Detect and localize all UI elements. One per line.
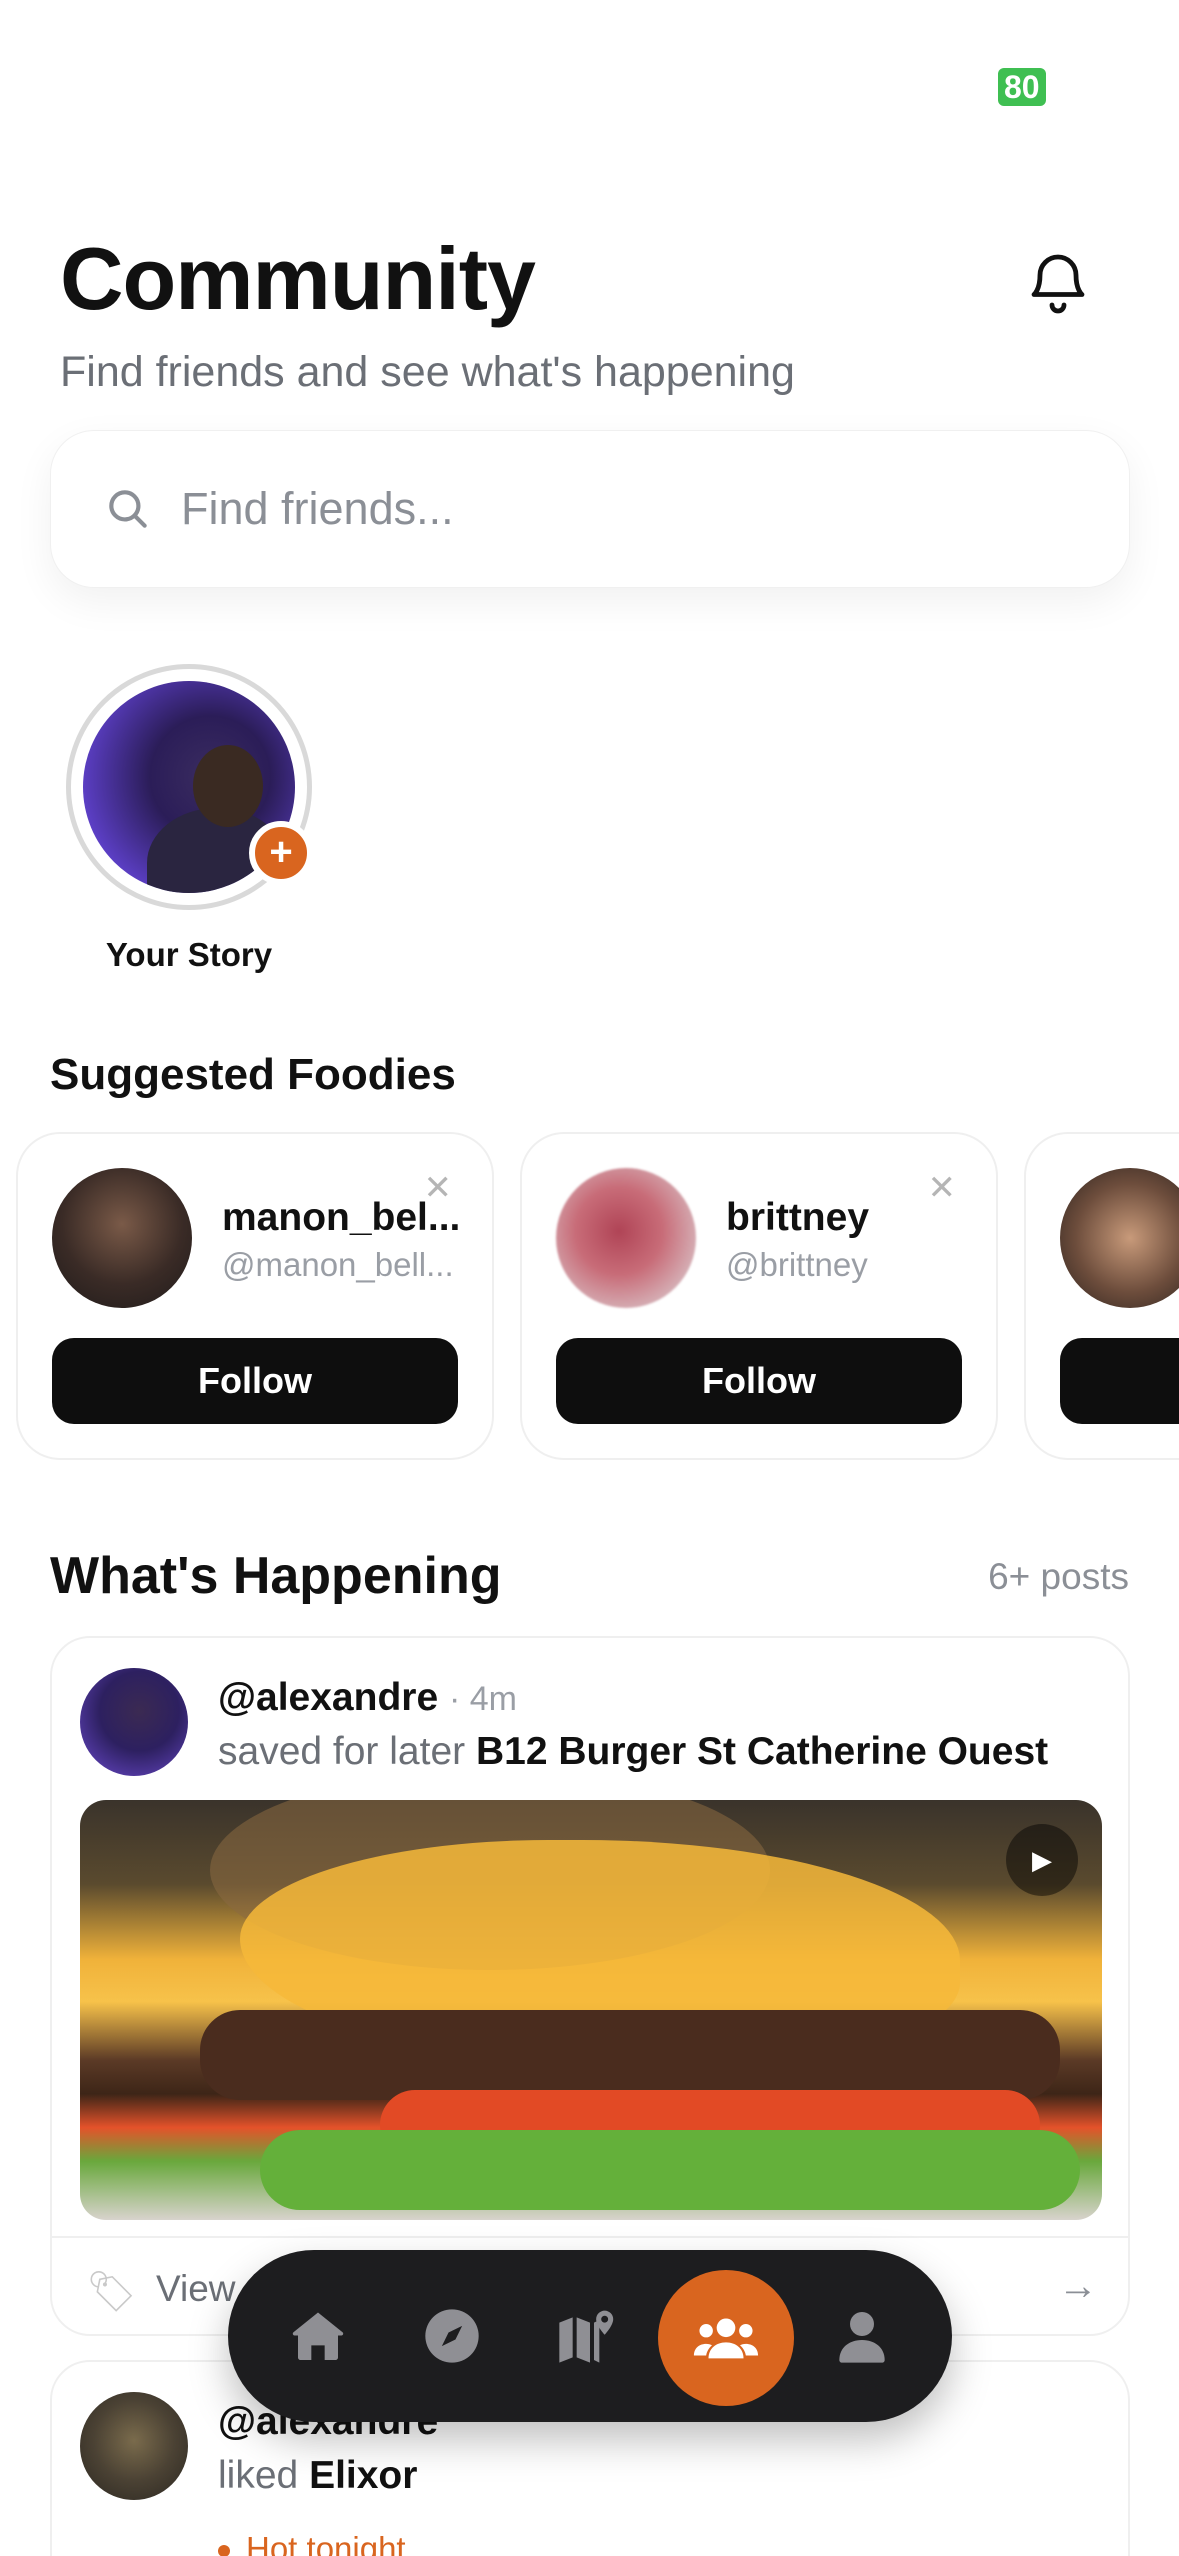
avatar[interactable] — [80, 2392, 188, 2500]
search-input[interactable] — [181, 483, 981, 535]
avatar[interactable] — [52, 1168, 192, 1308]
post-username[interactable]: @alexandre — [218, 1676, 438, 1719]
post-action: liked Elixor — [218, 2454, 417, 2498]
search-bar[interactable] — [50, 430, 1130, 588]
avatar[interactable] — [80, 1668, 188, 1776]
map-icon — [559, 2310, 614, 2363]
play-icon[interactable]: ▶ — [1006, 1824, 1078, 1896]
follow-button[interactable]: Follow — [556, 1338, 962, 1424]
arrow-right-icon[interactable]: → — [1058, 2264, 1098, 2309]
page-subtitle: Find friends and see what's happening — [60, 348, 795, 396]
post-action-verb: liked — [218, 2454, 299, 2497]
suggestion-card — [1024, 1132, 1179, 1460]
dismiss-icon[interactable]: ✕ — [928, 1168, 957, 1208]
hot-badge: Hot tonight — [218, 2530, 406, 2556]
avatar[interactable] — [556, 1168, 696, 1308]
post-media[interactable]: ▶ — [80, 1800, 1102, 2220]
page-title: Community — [60, 229, 536, 328]
tab-profile[interactable] — [812, 2286, 912, 2386]
add-story-button[interactable]: + — [249, 821, 313, 885]
posts-count: 6+ posts — [988, 1556, 1129, 1597]
tab-community[interactable] — [658, 2270, 794, 2406]
post-time-separator: · — [448, 1680, 470, 1718]
profile-icon — [839, 2312, 885, 2363]
suggestion-card: brittney @brittney ✕ Follow — [520, 1132, 998, 1460]
bottom-tab-bar — [228, 2250, 952, 2422]
suggestion-card: manon_bel... @manon_bell... ✕ Follow — [16, 1132, 494, 1460]
page-header: Community Find friends and see what's ha… — [60, 228, 1120, 397]
view-link[interactable]: View — [156, 2268, 236, 2310]
community-icon — [693, 2318, 759, 2359]
search-icon — [109, 490, 147, 528]
hot-badge-label: Hot tonight — [246, 2530, 406, 2556]
tag-icon: 🏷 — [86, 2270, 137, 2314]
post-place[interactable]: B12 Burger St Catherine Ouest — [476, 1730, 1048, 1773]
post-user[interactable]: @alexandre · 4m — [218, 1676, 517, 1720]
post-place[interactable]: Elixor — [309, 2454, 417, 2497]
suggestion-handle: @brittney — [726, 1246, 868, 1283]
tab-home[interactable] — [268, 2286, 368, 2386]
follow-button[interactable] — [1060, 1338, 1179, 1424]
suggestion-handle: @manon_bell... — [222, 1246, 454, 1283]
tab-explore[interactable] — [402, 2286, 502, 2386]
compass-icon — [425, 2309, 479, 2363]
battery-indicator: 80 — [998, 68, 1046, 106]
your-story-label: Your Story — [105, 936, 273, 973]
avatar[interactable] — [1060, 1168, 1179, 1308]
post-time: 4m — [469, 1680, 517, 1718]
dismiss-icon[interactable]: ✕ — [424, 1168, 453, 1208]
hot-dot-icon — [218, 2545, 230, 2556]
suggested-foodies-carousel[interactable]: manon_bel... @manon_bell... ✕ Follow bri… — [16, 1132, 1179, 1460]
tab-map[interactable] — [536, 2286, 636, 2386]
whats-happening-title: What's Happening — [50, 1547, 502, 1605]
home-icon — [292, 2312, 344, 2360]
notifications-bell-icon[interactable] — [1022, 248, 1094, 320]
post-action: saved for later B12 Burger St Catherine … — [218, 1730, 1048, 1774]
your-story[interactable]: + Your Story — [66, 664, 313, 974]
suggested-foodies-title: Suggested Foodies — [50, 1050, 456, 1099]
post-action-verb: saved for later — [218, 1730, 466, 1773]
story-ring[interactable]: + — [66, 664, 313, 910]
follow-button[interactable]: Follow — [52, 1338, 458, 1424]
activity-post[interactable]: @alexandre · 4m saved for later B12 Burg… — [50, 1636, 1130, 2336]
